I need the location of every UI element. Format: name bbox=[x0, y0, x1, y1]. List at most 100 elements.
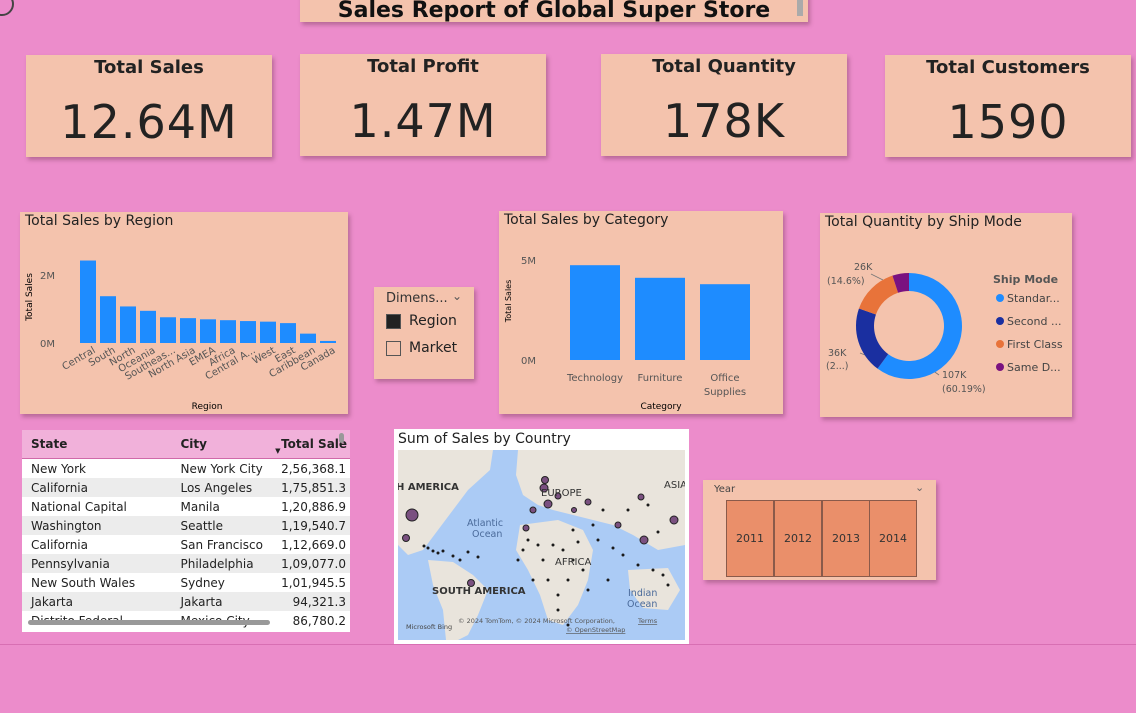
map-bubble[interactable] bbox=[561, 548, 565, 552]
map-bubble[interactable] bbox=[543, 499, 553, 509]
map-bubble[interactable] bbox=[426, 546, 430, 550]
map-bubble[interactable] bbox=[637, 493, 645, 501]
map-bubble[interactable] bbox=[526, 538, 530, 542]
region-chart-card[interactable]: Total Sales by Region Total Sales 2M 0M … bbox=[20, 212, 348, 414]
map-bubble[interactable] bbox=[451, 554, 455, 558]
bar[interactable] bbox=[100, 296, 116, 343]
map-bubble[interactable] bbox=[476, 555, 480, 559]
map-visual[interactable]: Sum of Sales by Country H AMERICA EUROPE… bbox=[394, 429, 689, 644]
table-row[interactable]: California Los Angeles 1,75,851.3 bbox=[22, 478, 350, 497]
bar[interactable] bbox=[280, 323, 296, 343]
donut-slice[interactable] bbox=[856, 308, 889, 369]
map-bubble[interactable] bbox=[551, 543, 555, 547]
bar[interactable] bbox=[220, 320, 236, 343]
sort-descending-icon[interactable]: ▼ bbox=[275, 447, 280, 455]
map-bubble[interactable] bbox=[586, 588, 590, 592]
table-row[interactable]: New York New York City 2,56,368.1 bbox=[22, 459, 350, 479]
map-bubble[interactable] bbox=[571, 528, 575, 532]
map-bubble[interactable] bbox=[621, 553, 625, 557]
chevron-down-icon[interactable]: ⌄ bbox=[915, 481, 924, 494]
map-bubble[interactable] bbox=[566, 578, 570, 582]
map-bubble[interactable] bbox=[405, 508, 419, 522]
map-bubble[interactable] bbox=[431, 549, 435, 553]
vertical-scrollbar[interactable] bbox=[339, 433, 344, 443]
bar[interactable] bbox=[240, 321, 256, 343]
donut-slice[interactable] bbox=[858, 275, 899, 315]
year-button-2012[interactable]: 2012 bbox=[774, 500, 822, 577]
bar[interactable] bbox=[200, 319, 216, 343]
map-bubble[interactable] bbox=[521, 548, 525, 552]
map-bubble[interactable] bbox=[646, 503, 650, 507]
map-bubble[interactable] bbox=[661, 573, 665, 577]
bar[interactable] bbox=[260, 321, 276, 343]
region-bar-chart[interactable]: Total Sales 2M 0M Region CentralSouthNor… bbox=[20, 212, 348, 414]
map-bubble[interactable] bbox=[536, 543, 540, 547]
year-button-2011[interactable]: 2011 bbox=[726, 500, 774, 577]
map-bubble[interactable] bbox=[576, 540, 580, 544]
table-row[interactable]: New South Wales Sydney 1,01,945.5 bbox=[22, 573, 350, 592]
table-row[interactable]: National Capital Manila 1,20,886.9 bbox=[22, 497, 350, 516]
map-bubble[interactable] bbox=[541, 476, 549, 484]
horizontal-scrollbar[interactable] bbox=[28, 620, 270, 625]
table-row[interactable]: Jakarta Jakarta 94,321.3 bbox=[22, 592, 350, 611]
slicer-option-market[interactable]: Market bbox=[386, 340, 457, 356]
checkbox-icon[interactable] bbox=[386, 340, 401, 356]
map-bubble[interactable] bbox=[441, 549, 445, 553]
shipmode-donut-chart[interactable]: 26K (14.6%) 36K (2...) 107K (60.19%) Shi… bbox=[820, 213, 1072, 417]
chevron-down-icon[interactable]: ⌄ bbox=[452, 289, 462, 303]
bar[interactable] bbox=[570, 265, 620, 360]
openstreetmap-link[interactable]: © OpenStreetMap bbox=[566, 626, 625, 634]
map-bubble[interactable] bbox=[529, 506, 537, 514]
bar[interactable] bbox=[320, 340, 336, 343]
legend-item[interactable]: Second ... bbox=[996, 315, 1061, 328]
dimension-slicer[interactable]: Dimens... ⌄ Region Market bbox=[374, 287, 474, 379]
map-bubble[interactable] bbox=[571, 507, 577, 513]
map-bubble[interactable] bbox=[556, 593, 560, 597]
table-row[interactable]: Washington Seattle 1,19,540.7 bbox=[22, 516, 350, 535]
map-bubble[interactable] bbox=[656, 530, 660, 534]
shipmode-chart-card[interactable]: Total Quantity by Ship Mode 26K (14.6%) … bbox=[820, 213, 1072, 417]
title-scrollbar[interactable] bbox=[797, 0, 803, 16]
map-bubble[interactable] bbox=[422, 544, 426, 548]
map-bubble[interactable] bbox=[522, 524, 530, 532]
column-header-city[interactable]: City bbox=[171, 430, 273, 459]
slicer-option-region[interactable]: Region bbox=[386, 313, 457, 329]
bar[interactable] bbox=[300, 333, 316, 343]
map-bubble[interactable] bbox=[669, 515, 679, 525]
legend-item[interactable]: Same D... bbox=[996, 361, 1061, 374]
world-map[interactable]: H AMERICA EUROPE ASIA Atlantic Ocean AFR… bbox=[398, 450, 685, 640]
map-bubble[interactable] bbox=[639, 535, 649, 545]
year-button-2014[interactable]: 2014 bbox=[869, 500, 917, 577]
map-bubble[interactable] bbox=[541, 558, 545, 562]
map-bubble[interactable] bbox=[402, 534, 410, 542]
map-bubble[interactable] bbox=[601, 508, 605, 512]
map-bubble[interactable] bbox=[651, 568, 655, 572]
table-row[interactable]: California San Francisco 1,12,669.0 bbox=[22, 535, 350, 554]
map-bubble[interactable] bbox=[591, 523, 595, 527]
map-bubble[interactable] bbox=[636, 563, 640, 567]
category-bar-chart[interactable]: Total Sales 5M 0M Category Technology Fur… bbox=[499, 211, 783, 414]
bar[interactable] bbox=[80, 260, 96, 343]
state-city-table[interactable]: State City Total Sale ▼ New York New York… bbox=[22, 430, 350, 632]
legend-item[interactable]: First Class bbox=[996, 338, 1063, 351]
bar[interactable] bbox=[180, 318, 196, 343]
map-bubble[interactable] bbox=[556, 608, 560, 612]
column-header-state[interactable]: State bbox=[22, 430, 172, 459]
year-button-2013[interactable]: 2013 bbox=[822, 500, 870, 577]
map-bubble[interactable] bbox=[611, 546, 615, 550]
map-bubble[interactable] bbox=[606, 578, 610, 582]
map-bubble[interactable] bbox=[466, 550, 470, 554]
map-bubble[interactable] bbox=[516, 558, 520, 562]
map-bubble[interactable] bbox=[596, 538, 600, 542]
map-bubble[interactable] bbox=[531, 578, 535, 582]
bar[interactable] bbox=[700, 284, 750, 360]
map-bubble[interactable] bbox=[626, 508, 630, 512]
map-bubble[interactable] bbox=[581, 568, 585, 572]
map-bubble[interactable] bbox=[436, 551, 440, 555]
map-bubble[interactable] bbox=[458, 558, 462, 562]
category-chart-card[interactable]: Total Sales by Category Total Sales 5M 0… bbox=[499, 211, 783, 414]
year-slicer[interactable]: Year ⌄ 2011 2012 2013 2014 bbox=[703, 480, 936, 580]
checkbox-checked-icon[interactable] bbox=[386, 313, 401, 329]
back-icon[interactable] bbox=[0, 0, 14, 16]
bar[interactable] bbox=[635, 277, 685, 360]
